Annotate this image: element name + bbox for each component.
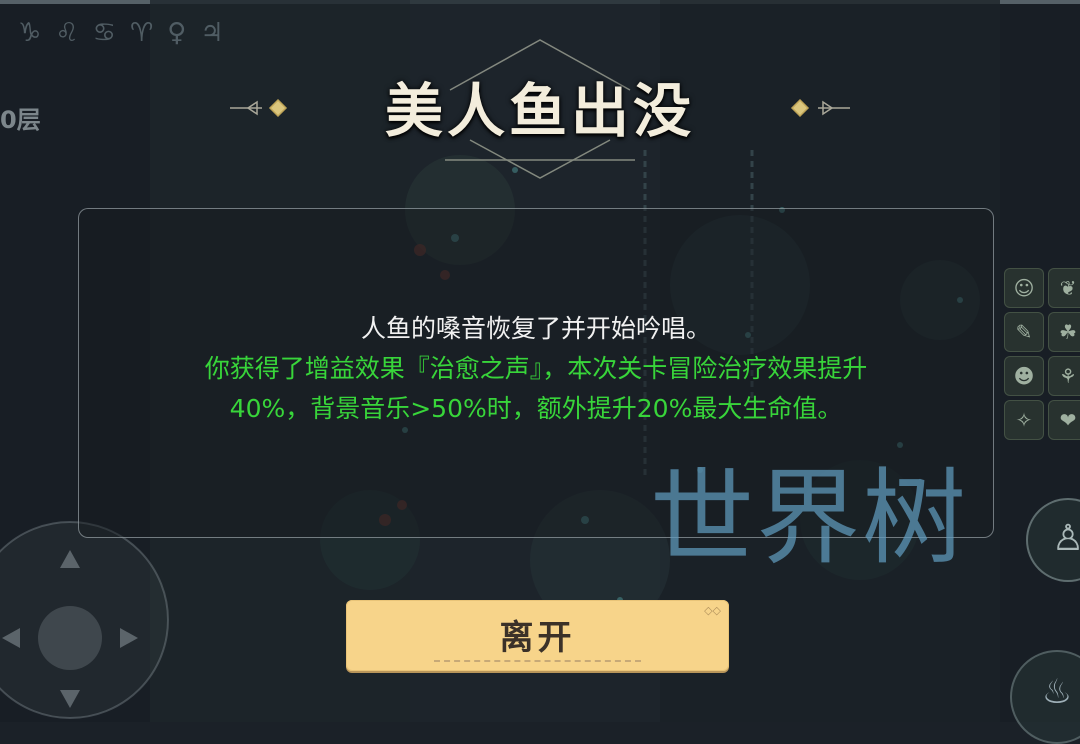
buff-description-line: 40%，背景音乐>50%时，额外提升20%最大生命值。 [229, 394, 843, 423]
event-title: 美人鱼出没 [384, 77, 695, 145]
buff-description-line: 你获得了增益效果『治愈之声』，本次关卡冒险治疗效果提升 [204, 354, 868, 383]
aries-icon: ♈ [129, 18, 154, 48]
event-title-banner: 美人鱼出没 [220, 38, 860, 168]
buff-slot-icon[interactable]: ✎ [1004, 312, 1044, 352]
venus-icon: ♀ [167, 18, 187, 48]
capricorn-icon: ♑ [18, 18, 42, 48]
leo-icon: ♌ [55, 18, 79, 48]
leave-button-label: 离开 [499, 618, 576, 658]
buff-slot-icon[interactable]: ⚘ [1048, 356, 1080, 396]
leave-button[interactable]: ◇◇ 离开 [346, 600, 729, 671]
event-description: 人鱼的嗓音恢复了并开始吟唱。 [360, 314, 711, 343]
buff-description: 你获得了增益效果『治愈之声』，本次关卡冒险治疗效果提升 40%，背景音乐>50%… [79, 349, 993, 429]
buff-slot-icon[interactable]: ❦ [1048, 268, 1080, 308]
virtual-joystick[interactable] [0, 520, 170, 720]
button-divider [434, 660, 641, 662]
buff-slot-icon[interactable]: ☺ [1004, 268, 1044, 308]
buff-slot-icon[interactable]: ☻ [1004, 356, 1044, 396]
buff-slot-icon[interactable]: ✧ [1004, 400, 1044, 440]
floor-indicator: 0层 [0, 106, 41, 134]
watermark-text: 世界树 [650, 457, 969, 579]
cancer-icon: ♋ [92, 18, 116, 48]
heart-icon[interactable]: ❤ [1048, 400, 1080, 440]
status-icon-bar: ♑ ♌ ♋ ♈ ♀ ♃ [18, 18, 224, 48]
buff-slot-icon[interactable]: ☘ [1048, 312, 1080, 352]
